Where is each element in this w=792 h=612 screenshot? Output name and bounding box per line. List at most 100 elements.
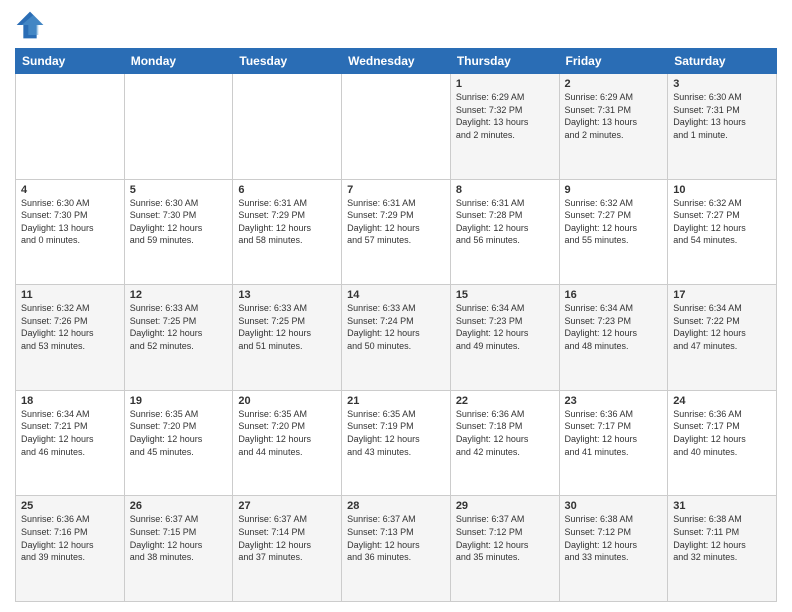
- day-cell: 18Sunrise: 6:34 AM Sunset: 7:21 PM Dayli…: [16, 390, 125, 496]
- day-detail: Sunrise: 6:30 AM Sunset: 7:30 PM Dayligh…: [130, 197, 228, 247]
- day-detail: Sunrise: 6:35 AM Sunset: 7:20 PM Dayligh…: [238, 408, 336, 458]
- day-cell: 6Sunrise: 6:31 AM Sunset: 7:29 PM Daylig…: [233, 179, 342, 285]
- day-cell: 4Sunrise: 6:30 AM Sunset: 7:30 PM Daylig…: [16, 179, 125, 285]
- day-detail: Sunrise: 6:32 AM Sunset: 7:27 PM Dayligh…: [565, 197, 663, 247]
- day-detail: Sunrise: 6:33 AM Sunset: 7:25 PM Dayligh…: [238, 302, 336, 352]
- day-number: 21: [347, 395, 445, 407]
- day-detail: Sunrise: 6:31 AM Sunset: 7:29 PM Dayligh…: [347, 197, 445, 247]
- day-detail: Sunrise: 6:31 AM Sunset: 7:28 PM Dayligh…: [456, 197, 554, 247]
- day-cell: 12Sunrise: 6:33 AM Sunset: 7:25 PM Dayli…: [124, 285, 233, 391]
- day-cell: 27Sunrise: 6:37 AM Sunset: 7:14 PM Dayli…: [233, 496, 342, 602]
- day-cell: [124, 74, 233, 180]
- day-detail: Sunrise: 6:36 AM Sunset: 7:16 PM Dayligh…: [21, 513, 119, 563]
- day-detail: Sunrise: 6:36 AM Sunset: 7:18 PM Dayligh…: [456, 408, 554, 458]
- day-cell: 8Sunrise: 6:31 AM Sunset: 7:28 PM Daylig…: [450, 179, 559, 285]
- day-number: 20: [238, 395, 336, 407]
- day-number: 17: [673, 289, 771, 301]
- day-number: 22: [456, 395, 554, 407]
- day-number: 28: [347, 500, 445, 512]
- day-cell: 31Sunrise: 6:38 AM Sunset: 7:11 PM Dayli…: [668, 496, 777, 602]
- day-detail: Sunrise: 6:37 AM Sunset: 7:12 PM Dayligh…: [456, 513, 554, 563]
- day-number: 12: [130, 289, 228, 301]
- day-cell: 22Sunrise: 6:36 AM Sunset: 7:18 PM Dayli…: [450, 390, 559, 496]
- day-detail: Sunrise: 6:35 AM Sunset: 7:19 PM Dayligh…: [347, 408, 445, 458]
- day-detail: Sunrise: 6:35 AM Sunset: 7:20 PM Dayligh…: [130, 408, 228, 458]
- day-number: 4: [21, 184, 119, 196]
- day-detail: Sunrise: 6:36 AM Sunset: 7:17 PM Dayligh…: [673, 408, 771, 458]
- day-cell: 10Sunrise: 6:32 AM Sunset: 7:27 PM Dayli…: [668, 179, 777, 285]
- day-cell: 20Sunrise: 6:35 AM Sunset: 7:20 PM Dayli…: [233, 390, 342, 496]
- day-detail: Sunrise: 6:32 AM Sunset: 7:26 PM Dayligh…: [21, 302, 119, 352]
- day-cell: 15Sunrise: 6:34 AM Sunset: 7:23 PM Dayli…: [450, 285, 559, 391]
- day-number: 2: [565, 78, 663, 90]
- week-row-2: 4Sunrise: 6:30 AM Sunset: 7:30 PM Daylig…: [16, 179, 777, 285]
- day-detail: Sunrise: 6:29 AM Sunset: 7:31 PM Dayligh…: [565, 91, 663, 141]
- day-detail: Sunrise: 6:30 AM Sunset: 7:30 PM Dayligh…: [21, 197, 119, 247]
- day-cell: 11Sunrise: 6:32 AM Sunset: 7:26 PM Dayli…: [16, 285, 125, 391]
- day-detail: Sunrise: 6:33 AM Sunset: 7:25 PM Dayligh…: [130, 302, 228, 352]
- day-cell: 1Sunrise: 6:29 AM Sunset: 7:32 PM Daylig…: [450, 74, 559, 180]
- page: SundayMondayTuesdayWednesdayThursdayFrid…: [0, 0, 792, 612]
- day-cell: 7Sunrise: 6:31 AM Sunset: 7:29 PM Daylig…: [342, 179, 451, 285]
- day-number: 8: [456, 184, 554, 196]
- day-detail: Sunrise: 6:31 AM Sunset: 7:29 PM Dayligh…: [238, 197, 336, 247]
- header: [15, 10, 777, 40]
- day-number: 25: [21, 500, 119, 512]
- week-row-1: 1Sunrise: 6:29 AM Sunset: 7:32 PM Daylig…: [16, 74, 777, 180]
- weekday-header-friday: Friday: [559, 49, 668, 74]
- week-row-4: 18Sunrise: 6:34 AM Sunset: 7:21 PM Dayli…: [16, 390, 777, 496]
- day-cell: 21Sunrise: 6:35 AM Sunset: 7:19 PM Dayli…: [342, 390, 451, 496]
- day-cell: [16, 74, 125, 180]
- day-cell: 9Sunrise: 6:32 AM Sunset: 7:27 PM Daylig…: [559, 179, 668, 285]
- weekday-header-row: SundayMondayTuesdayWednesdayThursdayFrid…: [16, 49, 777, 74]
- day-number: 24: [673, 395, 771, 407]
- day-number: 18: [21, 395, 119, 407]
- day-cell: 2Sunrise: 6:29 AM Sunset: 7:31 PM Daylig…: [559, 74, 668, 180]
- day-detail: Sunrise: 6:34 AM Sunset: 7:23 PM Dayligh…: [565, 302, 663, 352]
- day-detail: Sunrise: 6:34 AM Sunset: 7:21 PM Dayligh…: [21, 408, 119, 458]
- day-cell: [342, 74, 451, 180]
- day-cell: 14Sunrise: 6:33 AM Sunset: 7:24 PM Dayli…: [342, 285, 451, 391]
- day-number: 15: [456, 289, 554, 301]
- day-detail: Sunrise: 6:37 AM Sunset: 7:13 PM Dayligh…: [347, 513, 445, 563]
- day-cell: 26Sunrise: 6:37 AM Sunset: 7:15 PM Dayli…: [124, 496, 233, 602]
- day-number: 11: [21, 289, 119, 301]
- day-number: 9: [565, 184, 663, 196]
- day-number: 1: [456, 78, 554, 90]
- week-row-3: 11Sunrise: 6:32 AM Sunset: 7:26 PM Dayli…: [16, 285, 777, 391]
- day-cell: 17Sunrise: 6:34 AM Sunset: 7:22 PM Dayli…: [668, 285, 777, 391]
- day-cell: 24Sunrise: 6:36 AM Sunset: 7:17 PM Dayli…: [668, 390, 777, 496]
- day-cell: 25Sunrise: 6:36 AM Sunset: 7:16 PM Dayli…: [16, 496, 125, 602]
- weekday-header-wednesday: Wednesday: [342, 49, 451, 74]
- day-number: 3: [673, 78, 771, 90]
- weekday-header-monday: Monday: [124, 49, 233, 74]
- day-number: 14: [347, 289, 445, 301]
- day-cell: 5Sunrise: 6:30 AM Sunset: 7:30 PM Daylig…: [124, 179, 233, 285]
- day-number: 31: [673, 500, 771, 512]
- day-number: 13: [238, 289, 336, 301]
- day-detail: Sunrise: 6:37 AM Sunset: 7:14 PM Dayligh…: [238, 513, 336, 563]
- weekday-header-tuesday: Tuesday: [233, 49, 342, 74]
- day-number: 19: [130, 395, 228, 407]
- day-number: 26: [130, 500, 228, 512]
- day-detail: Sunrise: 6:32 AM Sunset: 7:27 PM Dayligh…: [673, 197, 771, 247]
- day-cell: 30Sunrise: 6:38 AM Sunset: 7:12 PM Dayli…: [559, 496, 668, 602]
- day-detail: Sunrise: 6:38 AM Sunset: 7:11 PM Dayligh…: [673, 513, 771, 563]
- weekday-header-saturday: Saturday: [668, 49, 777, 74]
- day-number: 30: [565, 500, 663, 512]
- day-detail: Sunrise: 6:38 AM Sunset: 7:12 PM Dayligh…: [565, 513, 663, 563]
- week-row-5: 25Sunrise: 6:36 AM Sunset: 7:16 PM Dayli…: [16, 496, 777, 602]
- calendar-table: SundayMondayTuesdayWednesdayThursdayFrid…: [15, 48, 777, 602]
- day-detail: Sunrise: 6:34 AM Sunset: 7:23 PM Dayligh…: [456, 302, 554, 352]
- day-number: 27: [238, 500, 336, 512]
- day-number: 29: [456, 500, 554, 512]
- weekday-header-sunday: Sunday: [16, 49, 125, 74]
- day-cell: 23Sunrise: 6:36 AM Sunset: 7:17 PM Dayli…: [559, 390, 668, 496]
- day-number: 5: [130, 184, 228, 196]
- day-detail: Sunrise: 6:36 AM Sunset: 7:17 PM Dayligh…: [565, 408, 663, 458]
- day-cell: 29Sunrise: 6:37 AM Sunset: 7:12 PM Dayli…: [450, 496, 559, 602]
- day-detail: Sunrise: 6:34 AM Sunset: 7:22 PM Dayligh…: [673, 302, 771, 352]
- day-detail: Sunrise: 6:33 AM Sunset: 7:24 PM Dayligh…: [347, 302, 445, 352]
- day-detail: Sunrise: 6:30 AM Sunset: 7:31 PM Dayligh…: [673, 91, 771, 141]
- day-cell: 19Sunrise: 6:35 AM Sunset: 7:20 PM Dayli…: [124, 390, 233, 496]
